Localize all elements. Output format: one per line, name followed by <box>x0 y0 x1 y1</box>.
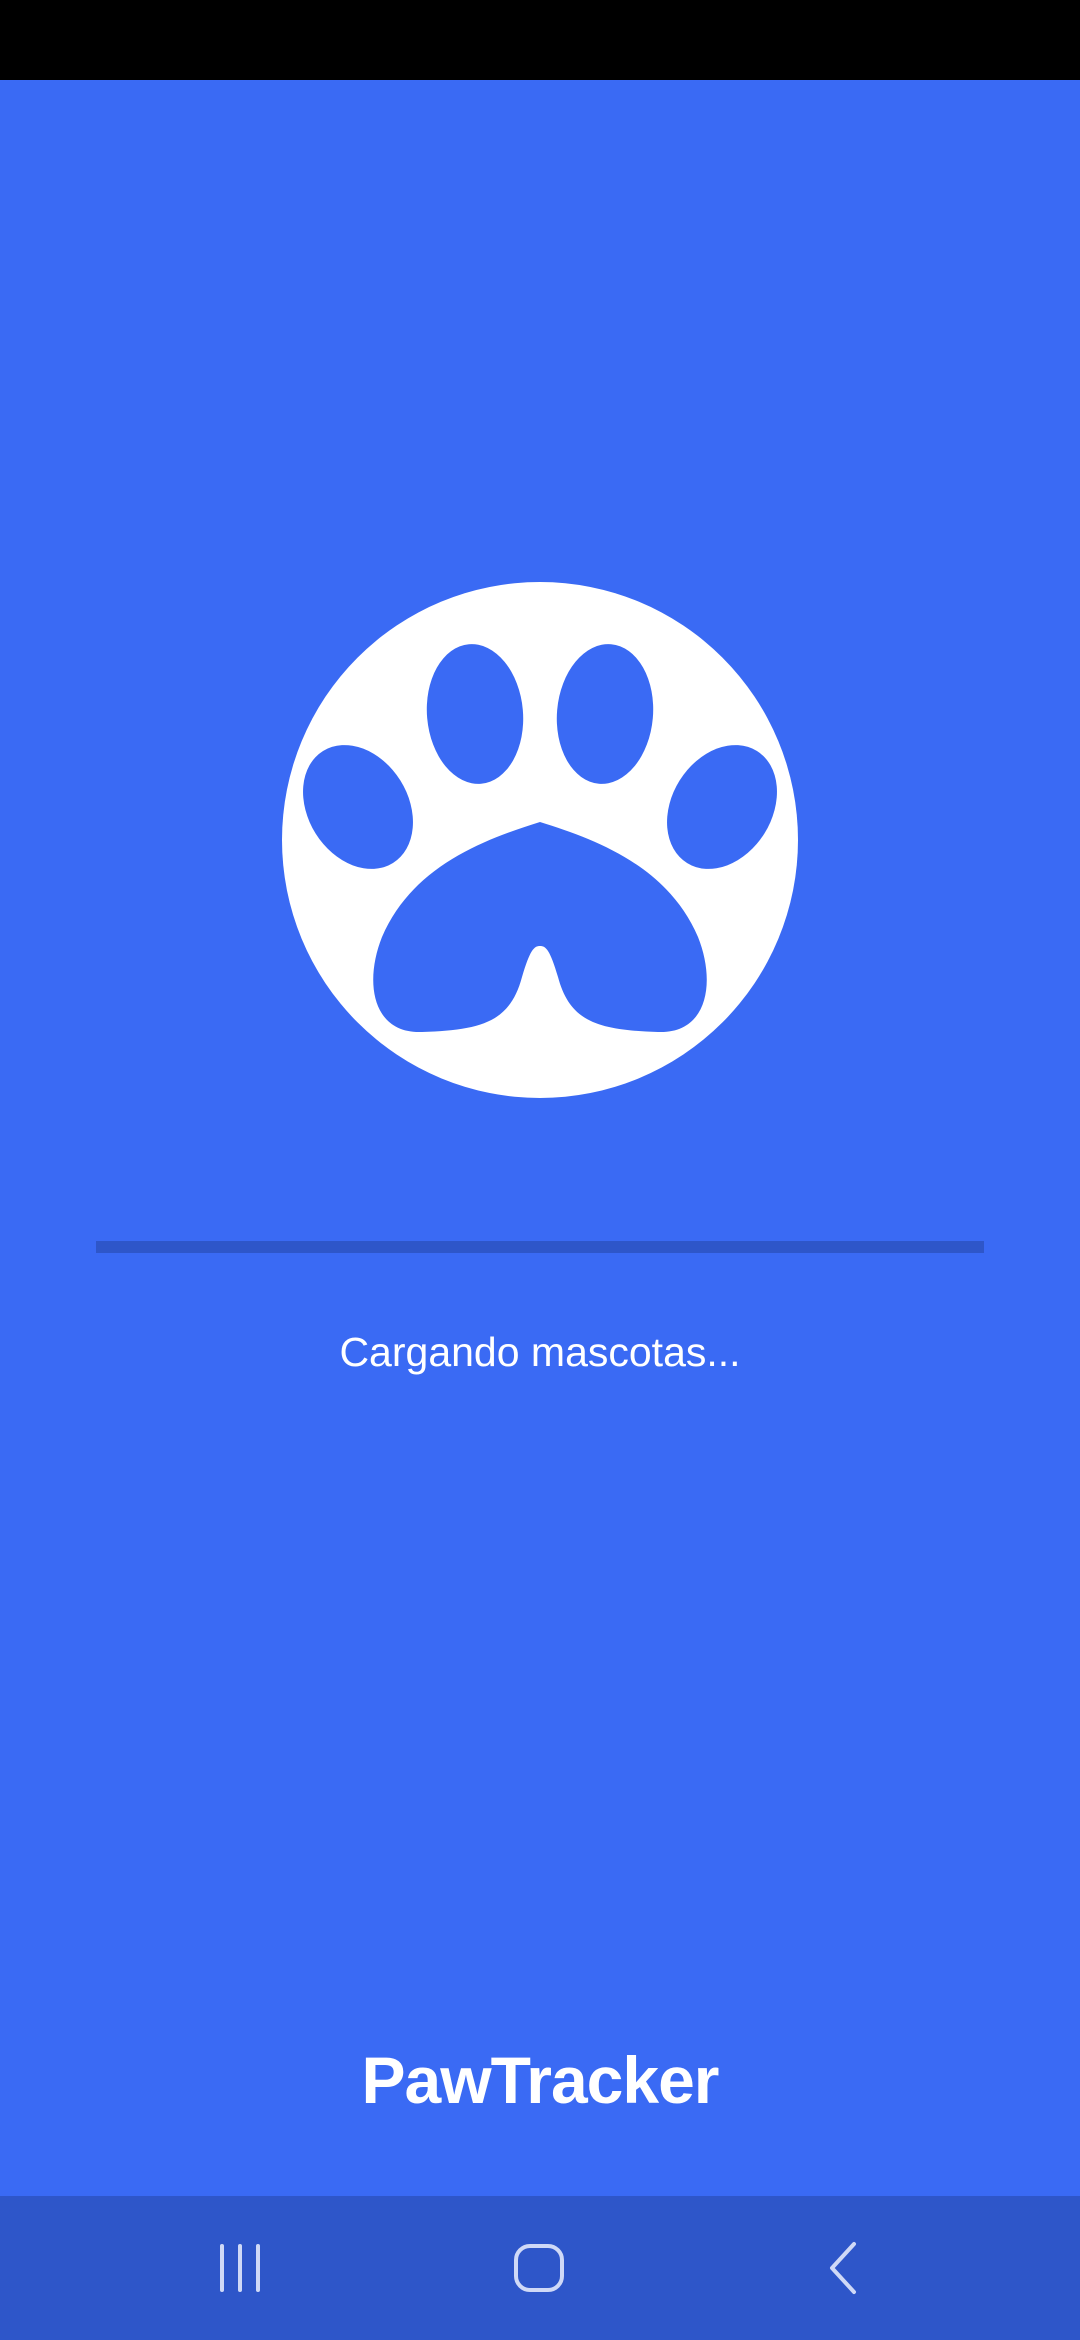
splash-screen: Cargando mascotas... PawTracker <box>0 0 1080 2340</box>
status-bar <box>0 0 1080 80</box>
recent-apps-icon <box>220 2244 260 2292</box>
home-icon <box>514 2244 564 2292</box>
back-button[interactable] <box>764 2196 924 2340</box>
loading-progress-bar <box>96 1241 984 1253</box>
back-icon <box>830 2242 856 2294</box>
system-navigation-bar <box>0 2196 1080 2340</box>
app-name: PawTracker <box>361 2043 720 2117</box>
paw-print-icon <box>282 582 798 1098</box>
loading-message: Cargando mascotas... <box>339 1329 741 1375</box>
home-button[interactable] <box>460 2196 620 2340</box>
recent-apps-button[interactable] <box>160 2196 320 2340</box>
